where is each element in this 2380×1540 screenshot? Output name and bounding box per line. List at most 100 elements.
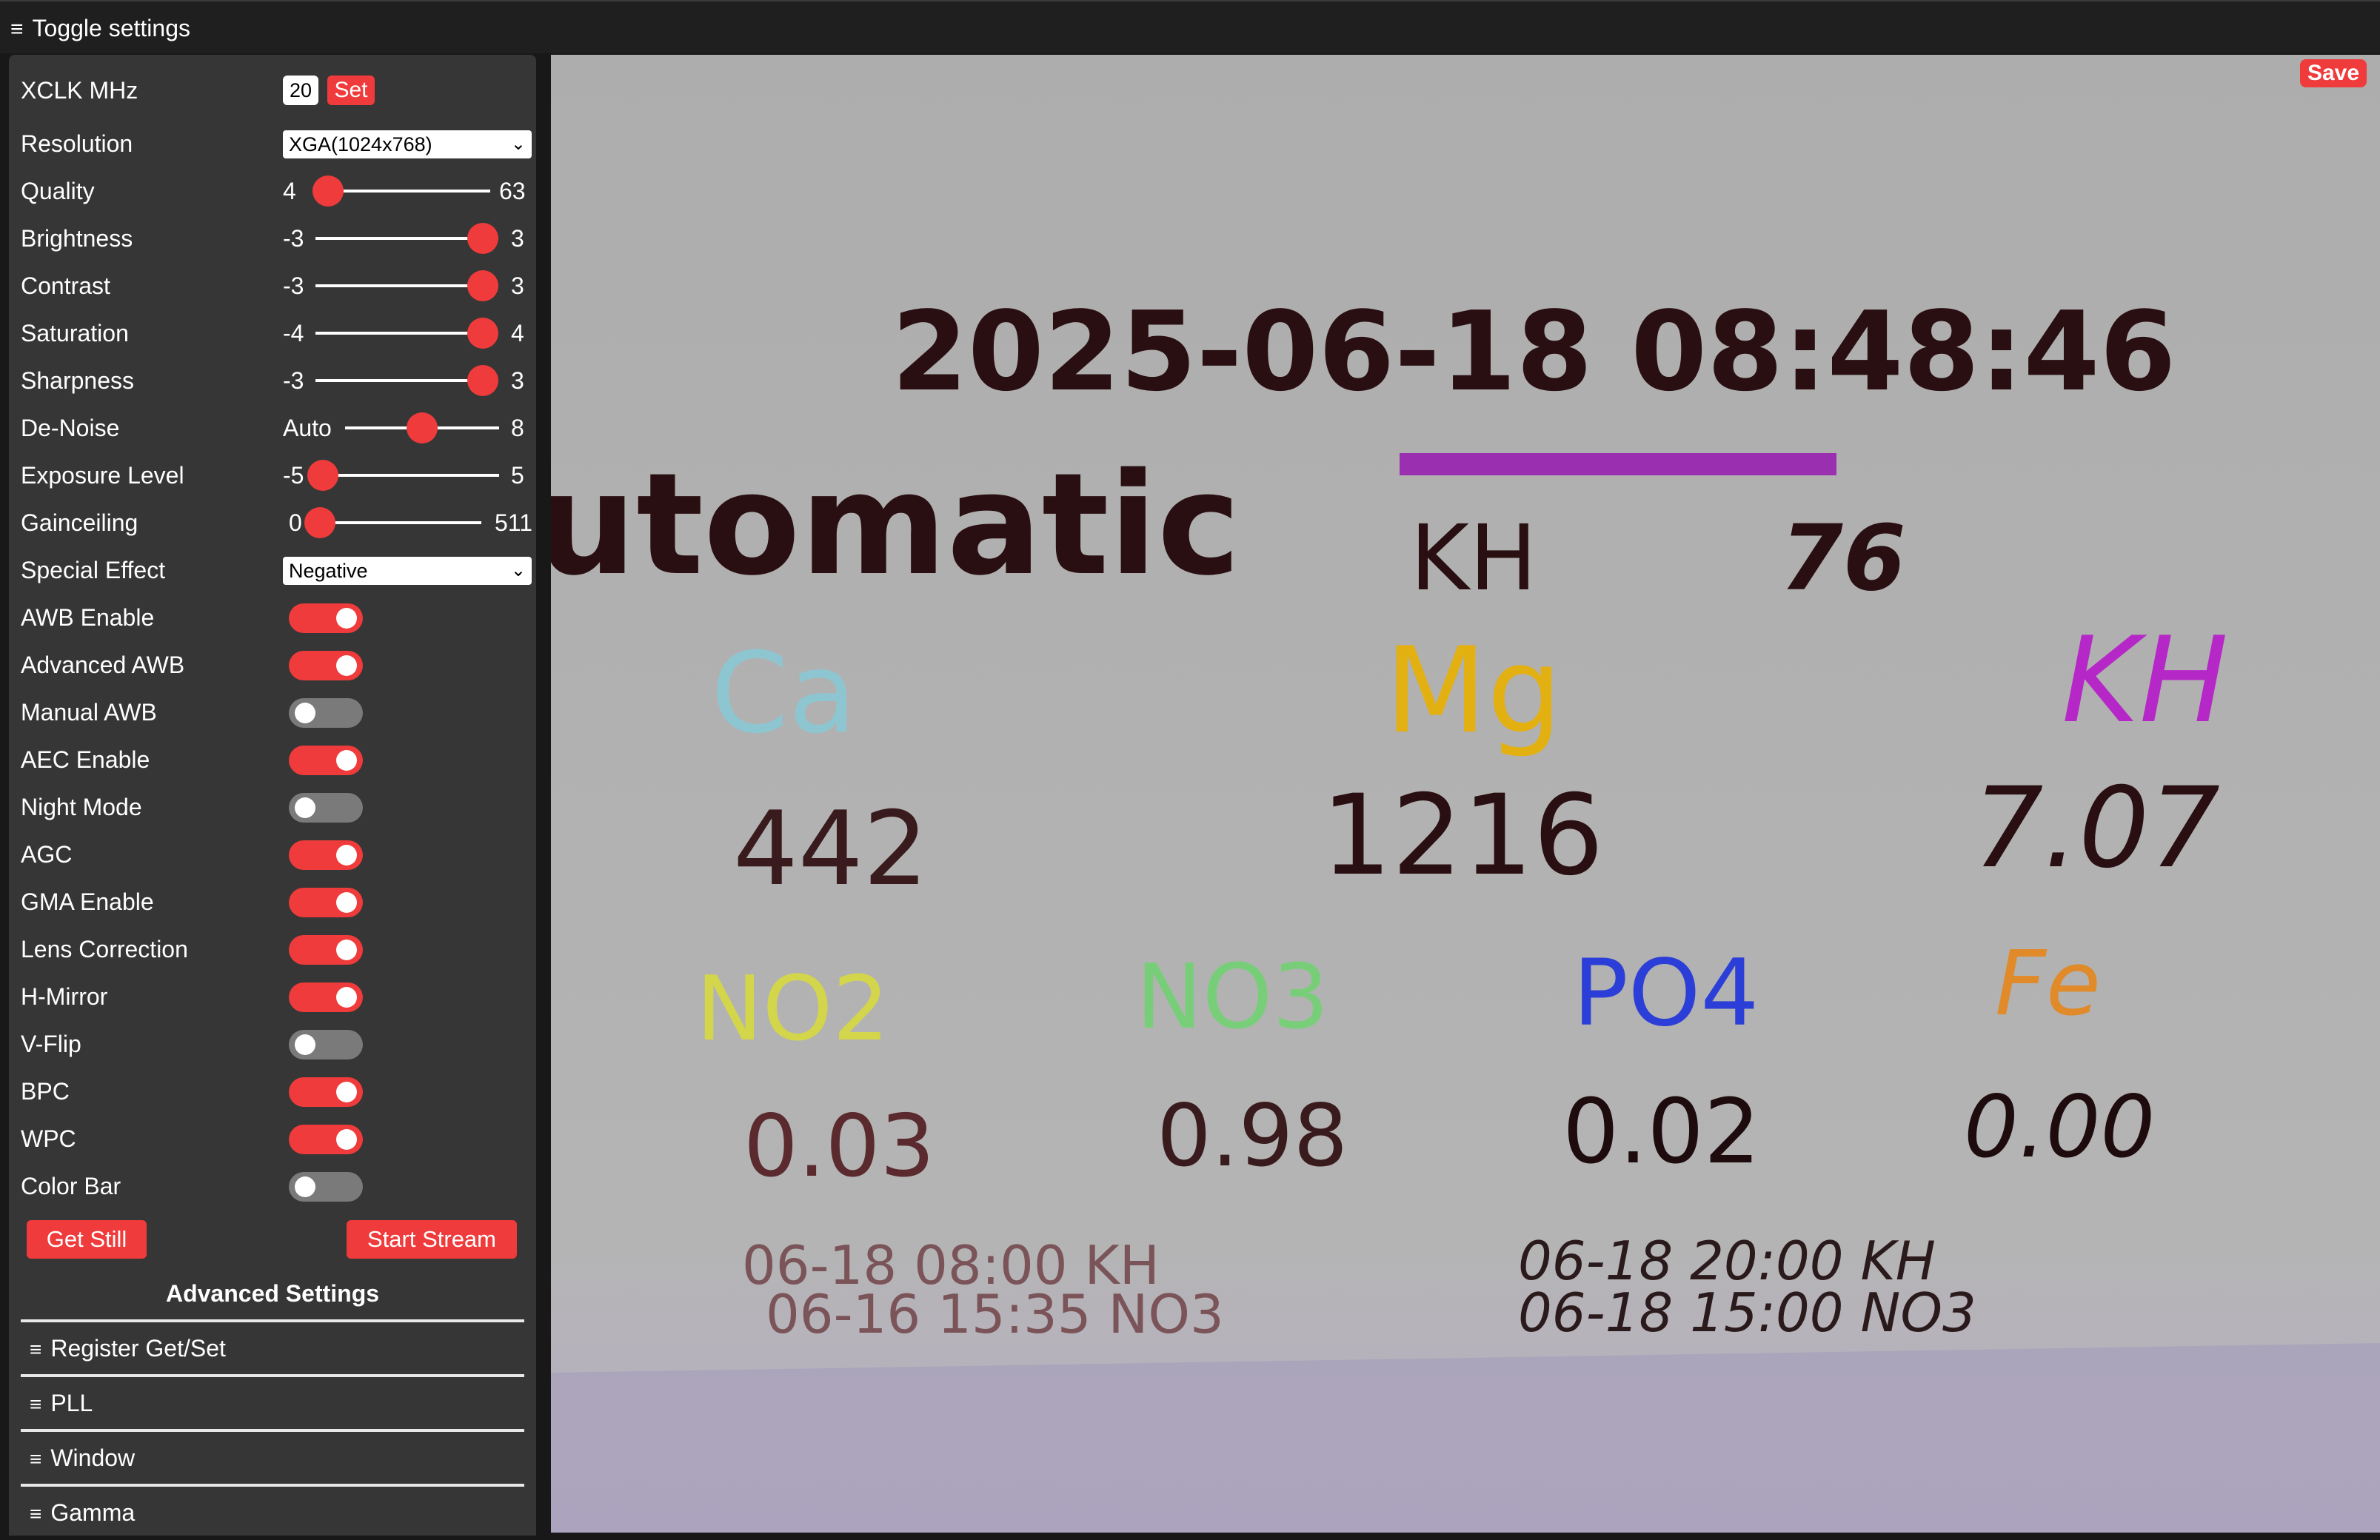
chevron-down-icon: ⌄ — [510, 134, 526, 154]
slider-track[interactable] — [315, 284, 490, 287]
slider-thumb[interactable] — [307, 460, 338, 491]
toggle-row: Advanced AWB — [21, 643, 524, 687]
param-no3-name: NO3 — [1136, 946, 1329, 1049]
slider-thumb[interactable] — [467, 270, 498, 301]
toggle-row: GMA Enable — [21, 880, 524, 924]
slider-thumb[interactable] — [467, 365, 498, 396]
special-effect-value: Negative — [289, 560, 368, 582]
toggle-label: Color Bar — [21, 1173, 121, 1199]
xclk-input[interactable]: 20 — [283, 76, 318, 105]
slider-thumb[interactable] — [312, 175, 344, 207]
toggle-label: GMA Enable — [21, 888, 154, 915]
param-ca-value: 442 — [733, 789, 928, 908]
toggle-knob — [295, 703, 315, 723]
toggle-row: Manual AWB — [21, 690, 524, 734]
toggle-knob — [336, 940, 357, 960]
slider-track[interactable] — [315, 474, 499, 477]
param-kh-value: 7.07 — [1973, 764, 2220, 893]
slider-track[interactable] — [315, 379, 490, 382]
slider-track[interactable] — [315, 237, 490, 240]
toggle-knob — [336, 845, 357, 866]
kh-label: KH — [1410, 506, 1537, 611]
slider-min-label: -5 — [283, 462, 304, 489]
slider-thumb[interactable] — [407, 412, 438, 443]
toggle-label: AEC Enable — [21, 746, 150, 773]
toggle-switch[interactable] — [289, 1125, 363, 1154]
slider-label: Saturation — [21, 320, 129, 346]
slider-row: Sharpness -3 3 — [21, 358, 524, 403]
toggle-knob — [336, 750, 357, 771]
toggle-switch[interactable] — [289, 1172, 363, 1202]
toggle-switch[interactable] — [289, 1030, 363, 1059]
toggle-switch[interactable] — [289, 746, 363, 775]
advanced-item-register[interactable]: ≡ Register Get/Set — [21, 1319, 524, 1374]
toggle-knob — [336, 987, 357, 1008]
toggle-knob — [295, 797, 315, 818]
toggle-switch[interactable] — [289, 698, 363, 728]
slider-track[interactable] — [312, 521, 481, 524]
resolution-select[interactable]: XGA(1024x768) ⌄ — [283, 130, 532, 158]
slider-max-label: 3 — [511, 367, 524, 394]
slider-label: De-Noise — [21, 415, 120, 441]
toggle-label: AWB Enable — [21, 604, 155, 631]
slider-min-label: 4 — [283, 178, 296, 204]
special-effect-label: Special Effect — [21, 557, 166, 583]
param-ca-name: Ca — [711, 629, 857, 758]
toggle-switch[interactable] — [289, 651, 363, 680]
preview-datetime: 2025-06-18 08:48:46 — [892, 288, 2176, 415]
slider-row: Brightness -3 3 — [21, 216, 524, 261]
toggle-row: AEC Enable — [21, 737, 524, 782]
camera-frame: 2025-06-18 08:48:46 utomatic KH 76 Ca Mg… — [551, 55, 2380, 1533]
toggle-switch[interactable] — [289, 793, 363, 823]
toggle-row: AGC — [21, 832, 524, 877]
advanced-item-label: PLL — [50, 1390, 93, 1416]
toggle-knob — [336, 1129, 357, 1150]
toggle-switch[interactable] — [289, 603, 363, 633]
slider-track[interactable] — [315, 332, 490, 335]
toggle-settings-button[interactable]: ≡ Toggle settings — [10, 12, 190, 44]
advanced-item-window[interactable]: ≡ Window — [21, 1429, 524, 1484]
save-button[interactable]: Save — [2300, 59, 2367, 87]
slider-row: De-Noise Auto 8 — [21, 406, 524, 450]
slider-thumb[interactable] — [467, 223, 498, 254]
advanced-item-gamma[interactable]: ≡ Gamma — [21, 1484, 524, 1539]
toggle-label: H-Mirror — [21, 983, 108, 1010]
toggle-row: Color Bar — [21, 1164, 524, 1208]
slider-thumb[interactable] — [467, 318, 498, 349]
slider-min-label: -3 — [283, 367, 304, 394]
toggle-knob — [295, 1176, 315, 1197]
param-no2-name: NO2 — [696, 958, 889, 1061]
param-fe-name: Fe — [1995, 933, 2101, 1036]
toggle-switch[interactable] — [289, 840, 363, 870]
toggle-row: AWB Enable — [21, 595, 524, 640]
kh-value: 76 — [1780, 506, 1906, 611]
param-no3-value: 0.98 — [1157, 1086, 1348, 1186]
advanced-item-label: Window — [50, 1444, 136, 1471]
toggle-switch[interactable] — [289, 935, 363, 965]
menu-icon: ≡ — [10, 17, 24, 41]
advanced-item-pll[interactable]: ≡ PLL — [21, 1374, 524, 1429]
special-effect-select[interactable]: Negative ⌄ — [283, 557, 532, 585]
toggle-switch[interactable] — [289, 1077, 363, 1107]
toggle-knob — [336, 655, 357, 676]
top-bar: ≡ Toggle settings — [0, 0, 2380, 53]
toggle-row: BPC — [21, 1069, 524, 1114]
slider-row: Quality 4 63 — [21, 169, 526, 213]
menu-icon: ≡ — [30, 1393, 42, 1416]
slider-min-label: -3 — [283, 272, 304, 299]
slider-max-label: 8 — [511, 415, 524, 441]
start-stream-button[interactable]: Start Stream — [347, 1220, 517, 1259]
toggle-switch[interactable] — [289, 982, 363, 1012]
param-fe-value: 0.00 — [1964, 1077, 2155, 1177]
param-po4-name: PO4 — [1573, 940, 1759, 1047]
xclk-set-button[interactable]: Set — [327, 76, 375, 105]
slider-min-label: 0 — [289, 509, 302, 536]
toggle-label: AGC — [21, 841, 73, 868]
toggle-label: V-Flip — [21, 1031, 81, 1057]
slider-thumb[interactable] — [304, 507, 335, 538]
toggle-switch[interactable] — [289, 888, 363, 917]
toggle-row: V-Flip — [21, 1022, 524, 1066]
resolution-label: Resolution — [21, 130, 133, 157]
resolution-value: XGA(1024x768) — [289, 133, 432, 155]
get-still-button[interactable]: Get Still — [27, 1220, 147, 1259]
